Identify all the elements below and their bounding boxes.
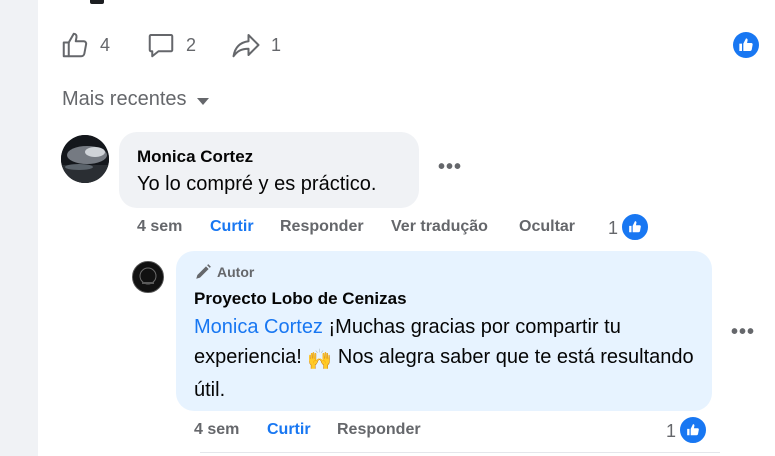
more-options-button[interactable]: ••• (731, 321, 755, 344)
reply-text: Monica Cortez ¡Muchas gracias por compar… (194, 312, 694, 405)
comment-text: Yo lo compré y es práctico. (137, 173, 377, 195)
reply-author-name[interactable]: Proyecto Lobo de Cenizas (194, 289, 407, 309)
reply-reaction-count[interactable]: 1 (666, 421, 676, 442)
reply-reply-link[interactable]: Responder (337, 421, 421, 439)
comment-like-link[interactable]: Curtir (210, 218, 254, 236)
author-badge-label: Autor (217, 264, 255, 280)
avatar-image (61, 135, 109, 183)
comment-sort-dropdown[interactable]: Mais recentes (62, 88, 209, 111)
comment-icon (148, 34, 174, 58)
divider (200, 452, 720, 453)
like-action-button[interactable]: 4 (60, 30, 110, 60)
raising-hands-emoji: 🙌 (307, 349, 333, 371)
sort-label: Mais recentes (62, 88, 187, 110)
like-reaction-icon[interactable] (620, 212, 650, 242)
avatar[interactable] (61, 135, 109, 183)
comment-count: 2 (186, 34, 197, 55)
thumbs-up-icon (687, 424, 699, 436)
comment-action-button[interactable]: 2 (146, 30, 196, 60)
caret-down-icon (196, 97, 209, 105)
thumbs-up-icon (629, 221, 641, 233)
more-options-button[interactable]: ••• (438, 156, 462, 179)
like-count: 4 (100, 34, 111, 55)
post-text-remnant (90, 0, 104, 4)
page-avatar[interactable] (132, 261, 164, 293)
reply-timestamp[interactable]: 4 sem (194, 421, 239, 439)
hide-comment-link[interactable]: Ocultar (519, 218, 575, 236)
reply-like-link[interactable]: Curtir (267, 421, 311, 439)
comment-author-name[interactable]: Monica Cortez (137, 147, 253, 167)
comment-bubble (119, 132, 419, 208)
pen-icon (196, 264, 211, 279)
share-arrow-icon (232, 34, 260, 58)
comment-reaction-count[interactable]: 1 (608, 218, 618, 239)
share-action-button[interactable]: 1 (231, 30, 281, 60)
author-badge: Autor (194, 263, 254, 281)
thumbs-up-icon (739, 38, 753, 51)
thumbs-up-icon (62, 32, 88, 58)
mention-link[interactable]: Monica Cortez (194, 316, 323, 338)
comment-reply-link[interactable]: Responder (280, 218, 364, 236)
page-logo (133, 262, 163, 292)
see-translation-link[interactable]: Ver tradução (391, 218, 488, 236)
share-count: 1 (271, 34, 282, 55)
comment-timestamp[interactable]: 4 sem (137, 218, 182, 236)
like-reaction-badge[interactable] (733, 32, 759, 58)
like-reaction-icon[interactable] (678, 415, 708, 445)
